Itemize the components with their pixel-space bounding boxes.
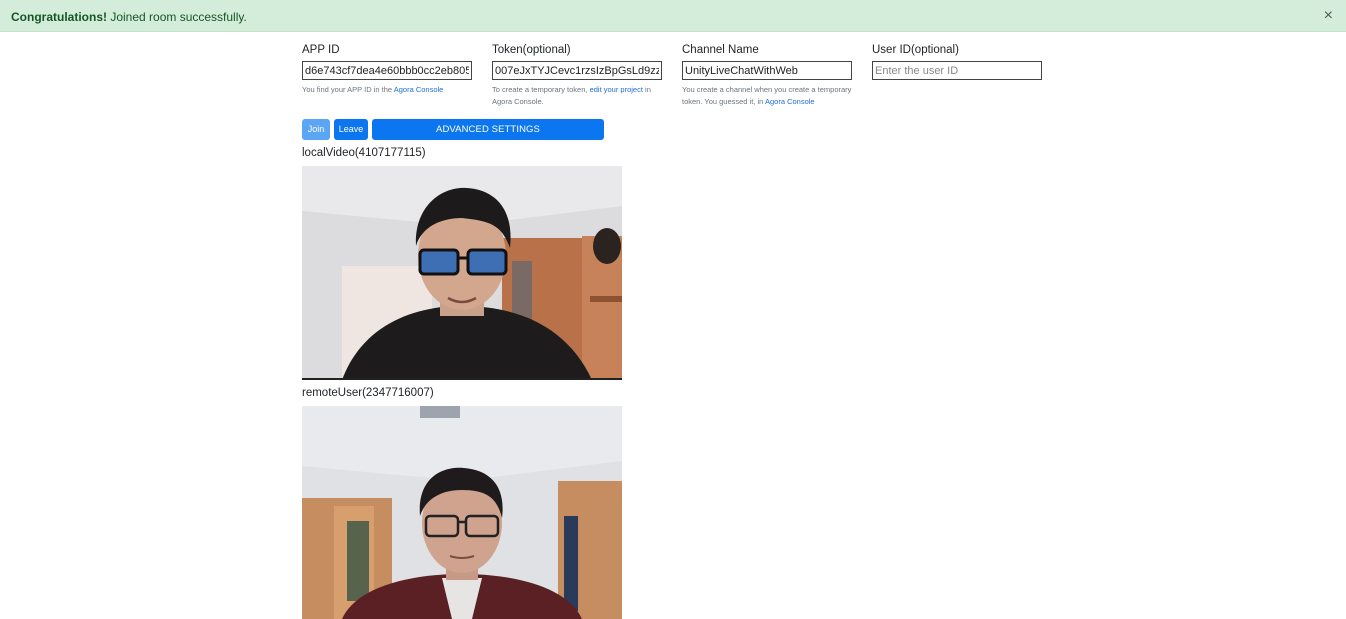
alert-text: Joined room successfully.: [107, 10, 247, 24]
channel-agora-console-link[interactable]: Agora Console: [765, 97, 815, 106]
local-video-label: localVideo(4107177115): [302, 147, 426, 159]
app-id-input[interactable]: [302, 61, 472, 80]
token-input[interactable]: [492, 61, 662, 80]
agora-console-link[interactable]: Agora Console: [394, 85, 444, 94]
token-help-text: To create a temporary token,: [492, 85, 590, 94]
channel-label: Channel Name: [682, 44, 759, 56]
success-alert: Congratulations! Joined room successfull…: [0, 0, 1346, 32]
token-group: Token(optional) To create a temporary to…: [492, 44, 664, 108]
join-button[interactable]: Join: [302, 119, 330, 140]
token-help: To create a temporary token, edit your p…: [492, 84, 664, 108]
close-icon[interactable]: ×: [1324, 8, 1333, 24]
app-id-group: APP ID You find your APP ID in the Agora…: [302, 44, 474, 96]
alert-title: Congratulations!: [11, 10, 107, 24]
leave-button[interactable]: Leave: [334, 119, 368, 140]
user-id-group: User ID(optional): [872, 44, 1044, 80]
app-id-label: APP ID: [302, 44, 340, 56]
channel-input[interactable]: [682, 61, 852, 80]
channel-help: You create a channel when you create a t…: [682, 84, 854, 108]
app-id-help-text: You find your APP ID in the: [302, 85, 394, 94]
app-id-help: You find your APP ID in the Agora Consol…: [302, 84, 474, 96]
remote-video-frame: [302, 406, 622, 619]
remote-video-label: remoteUser(2347716007): [302, 387, 434, 399]
local-video: [302, 166, 622, 380]
token-label: Token(optional): [492, 44, 571, 56]
user-id-label: User ID(optional): [872, 44, 959, 56]
advanced-settings-button[interactable]: ADVANCED SETTINGS: [372, 119, 604, 140]
channel-group: Channel Name You create a channel when y…: [682, 44, 854, 108]
user-id-input[interactable]: [872, 61, 1042, 80]
edit-project-link[interactable]: edit your project: [590, 85, 643, 94]
alert-message: Congratulations! Joined room successfull…: [11, 10, 247, 24]
remote-video: [302, 406, 622, 619]
local-video-frame: [302, 166, 622, 380]
